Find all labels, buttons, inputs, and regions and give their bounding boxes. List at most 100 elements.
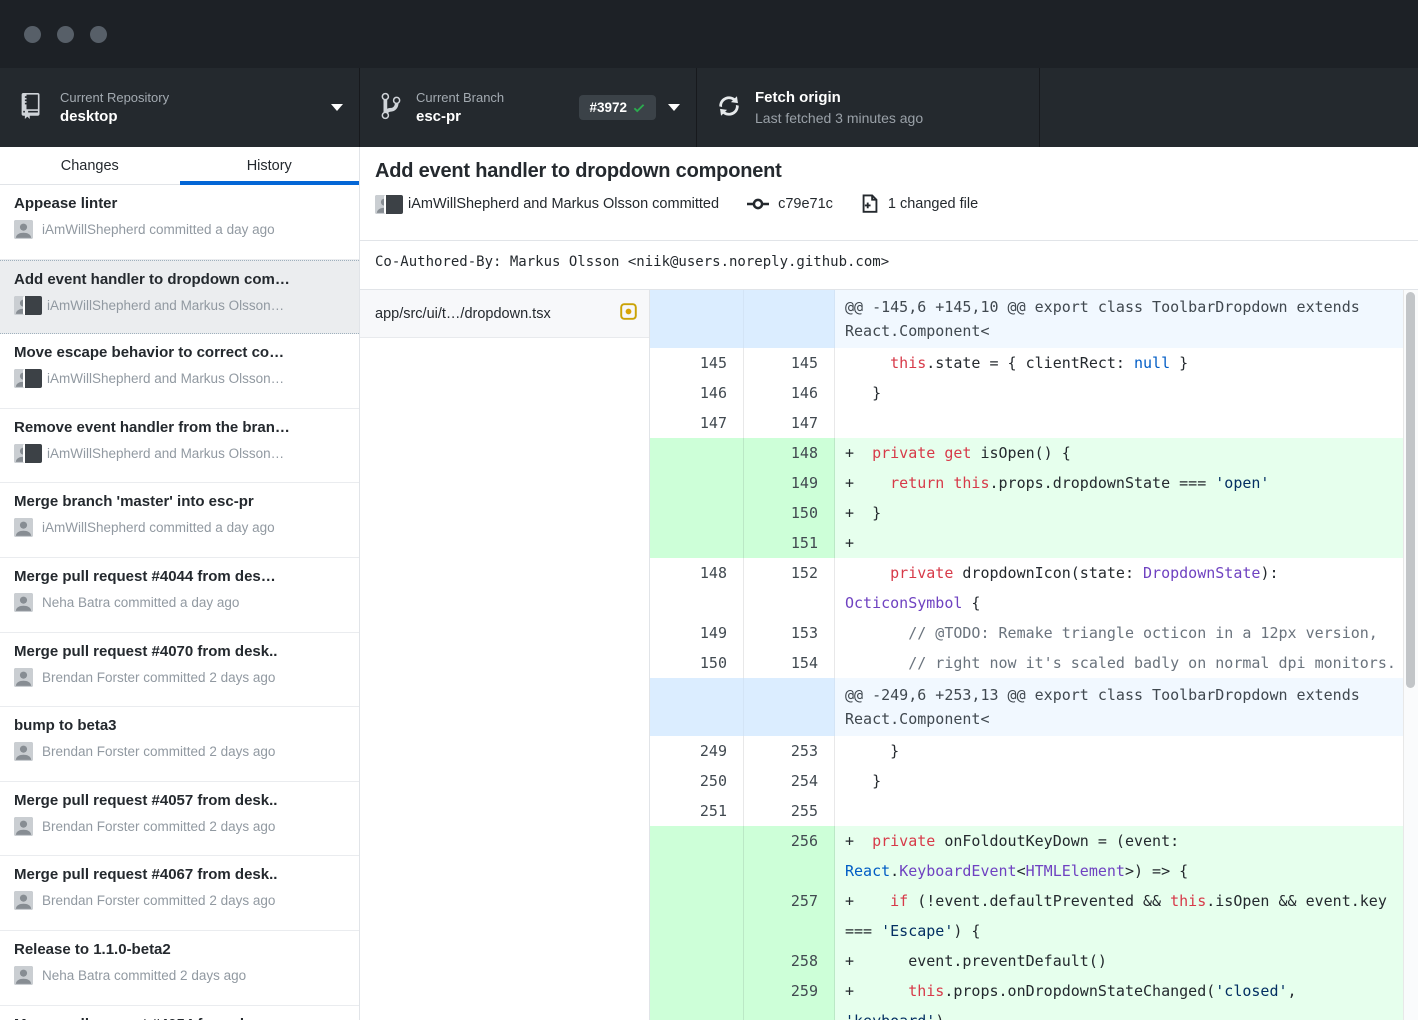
current-repository-button[interactable]: Current Repository desktop: [0, 68, 360, 147]
commit-list-item[interactable]: Remove event handler from the bran…iAmWi…: [0, 409, 359, 484]
diff-old-line-number: [650, 498, 744, 528]
diff-code-line: + this.props.onDropdownStateChanged('clo…: [835, 976, 1418, 1020]
commit-list-item[interactable]: Appease linteriAmWillShepherd committed …: [0, 185, 359, 260]
diff-new-line-number: 154: [744, 648, 835, 678]
diff-new-line-number: 147: [744, 408, 835, 438]
diff-row-hunk: @@ -145,6 +145,10 @@ export class Toolba…: [650, 290, 1418, 348]
commit-list-item[interactable]: Merge pull request #4054 from des…: [0, 1006, 359, 1020]
fetch-origin-label: Fetch origin: [755, 89, 923, 106]
commit-description-text: Co-Authored-By: Markus Olsson <niik@user…: [375, 254, 1418, 270]
github-desktop-window: Current Repository desktop Current Branc…: [0, 0, 1418, 1020]
diff-old-line-number: [650, 886, 744, 946]
check-icon: [632, 101, 646, 115]
current-branch-label: Current Branch: [416, 90, 504, 105]
person-avatar-icon: [14, 742, 33, 761]
current-repository-label: Current Repository: [60, 90, 169, 105]
titlebar: [0, 0, 1418, 68]
diff-new-line-number: 153: [744, 618, 835, 648]
diff-row-add: 259+ this.props.onDropdownStateChanged('…: [650, 976, 1418, 1020]
diff-new-line-number: 253: [744, 736, 835, 766]
diff-code-line: this.state = { clientRect: null }: [835, 348, 1418, 378]
diff-old-line-number: 249: [650, 736, 744, 766]
commit-list-item[interactable]: Release to 1.1.0-beta2Neha Batra committ…: [0, 931, 359, 1006]
person-avatar-icon: [14, 593, 33, 612]
diff-new-line-number: 151: [744, 528, 835, 558]
diff-row-add: 257+ if (!event.defaultPrevented && this…: [650, 886, 1418, 946]
diff-old-line-number: 145: [650, 348, 744, 378]
committer-avatar: [375, 195, 399, 214]
commit-item-meta: Neha Batra committed 2 days ago: [42, 968, 246, 983]
pull-request-number: #3972: [589, 100, 627, 115]
changed-file-icon: [861, 194, 879, 214]
diff-row-context: 145145 this.state = { clientRect: null }: [650, 348, 1418, 378]
diff-code-line: private dropdownIcon(state: DropdownStat…: [835, 558, 1418, 618]
diff-scrollbar[interactable]: [1403, 290, 1418, 1020]
diff-row-hunk: @@ -249,6 +253,13 @@ export class Toolba…: [650, 678, 1418, 736]
git-commit-icon: [747, 196, 769, 212]
commit-item-meta: iAmWillShepherd committed a day ago: [42, 520, 275, 535]
commit-list-item[interactable]: Add event handler to dropdown com…iAmWil…: [0, 260, 359, 335]
person-avatar-icon: [14, 891, 33, 910]
diff-new-line-number: 149: [744, 468, 835, 498]
diff-row-context: 146146 }: [650, 378, 1418, 408]
scrollbar-thumb[interactable]: [1406, 292, 1415, 688]
sidebar-tabs: Changes History: [0, 147, 359, 185]
commit-item-meta: Brendan Forster committed 2 days ago: [42, 670, 275, 685]
diff-code-line: + }: [835, 498, 1418, 528]
zoom-window-button[interactable]: [90, 26, 107, 43]
diff-row-add: 150+ }: [650, 498, 1418, 528]
diff-code-line: + if (!event.defaultPrevented && this.is…: [835, 886, 1418, 946]
diff-old-line-number: [650, 528, 744, 558]
commit-author-avatar: [14, 668, 33, 687]
diff-old-line-number: 147: [650, 408, 744, 438]
commit-author-avatar: [14, 742, 33, 761]
diff-row-context: 150154 // right now it's scaled badly on…: [650, 648, 1418, 678]
commit-item-title: Merge pull request #4054 from des…: [14, 1016, 345, 1020]
commit-list: Appease linteriAmWillShepherd committed …: [0, 185, 359, 1020]
diff-code-line: @@ -249,6 +253,13 @@ export class Toolba…: [835, 678, 1418, 736]
changed-files-count: 1 changed file: [888, 196, 978, 212]
current-branch-name: esc-pr: [416, 108, 504, 125]
tab-changes[interactable]: Changes: [0, 147, 180, 184]
diff-old-line-number: [650, 468, 744, 498]
commit-author-avatar: [14, 444, 38, 463]
commit-list-item[interactable]: Move escape behavior to correct co…iAmWi…: [0, 334, 359, 409]
commit-list-item[interactable]: Merge pull request #4070 from desk..Bren…: [0, 633, 359, 708]
commit-item-title: Merge branch 'master' into esc-pr: [14, 493, 345, 510]
sync-icon: [717, 93, 741, 122]
commit-sha[interactable]: c79e71c: [778, 196, 833, 212]
diff-old-line-number: [650, 976, 744, 1020]
diff-code-line: +: [835, 528, 1418, 558]
diff-code-line: // right now it's scaled badly on normal…: [835, 648, 1418, 678]
person-avatar-icon: [14, 966, 33, 985]
commit-list-item[interactable]: bump to beta3Brendan Forster committed 2…: [0, 707, 359, 782]
changed-file-path: app/src/ui/t…/dropdown.tsx: [375, 306, 620, 322]
diff-new-line-number: 257: [744, 886, 835, 946]
current-branch-button[interactable]: Current Branch esc-pr #3972: [360, 68, 697, 147]
commit-author-avatar: [14, 518, 33, 537]
tab-history[interactable]: History: [180, 147, 360, 184]
changed-file-item[interactable]: app/src/ui/t…/dropdown.tsx: [360, 290, 649, 338]
diff-row-context: 147147: [650, 408, 1418, 438]
diff-old-line-number: 150: [650, 648, 744, 678]
commit-header: Add event handler to dropdown component …: [360, 147, 1418, 241]
diff-code-line: [835, 408, 1418, 438]
toolbar: Current Repository desktop Current Branc…: [0, 68, 1418, 147]
commit-item-meta: iAmWillShepherd committed a day ago: [42, 222, 275, 237]
commit-list-item[interactable]: Merge pull request #4057 from desk..Bren…: [0, 782, 359, 857]
diff-new-line-number: [744, 678, 835, 736]
commit-list-item[interactable]: Merge branch 'master' into esc-pr iAmWill…: [0, 483, 359, 558]
window-controls: [24, 26, 107, 43]
commit-item-meta: Neha Batra committed a day ago: [42, 595, 239, 610]
commit-author-avatar: [14, 296, 38, 315]
diff-code-line: }: [835, 378, 1418, 408]
close-window-button[interactable]: [24, 26, 41, 43]
repo-icon: [20, 92, 46, 123]
commit-list-item[interactable]: Merge pull request #4044 from des…Neha B…: [0, 558, 359, 633]
diff-row-add: 256+ private onFoldoutKeyDown = (event: …: [650, 826, 1418, 886]
commit-author-avatar: [14, 817, 33, 836]
minimize-window-button[interactable]: [57, 26, 74, 43]
fetch-origin-button[interactable]: Fetch origin Last fetched 3 minutes ago: [697, 68, 1040, 147]
commit-list-item[interactable]: Merge pull request #4067 from desk..Bren…: [0, 856, 359, 931]
commit-item-title: Merge pull request #4057 from desk..: [14, 792, 345, 809]
